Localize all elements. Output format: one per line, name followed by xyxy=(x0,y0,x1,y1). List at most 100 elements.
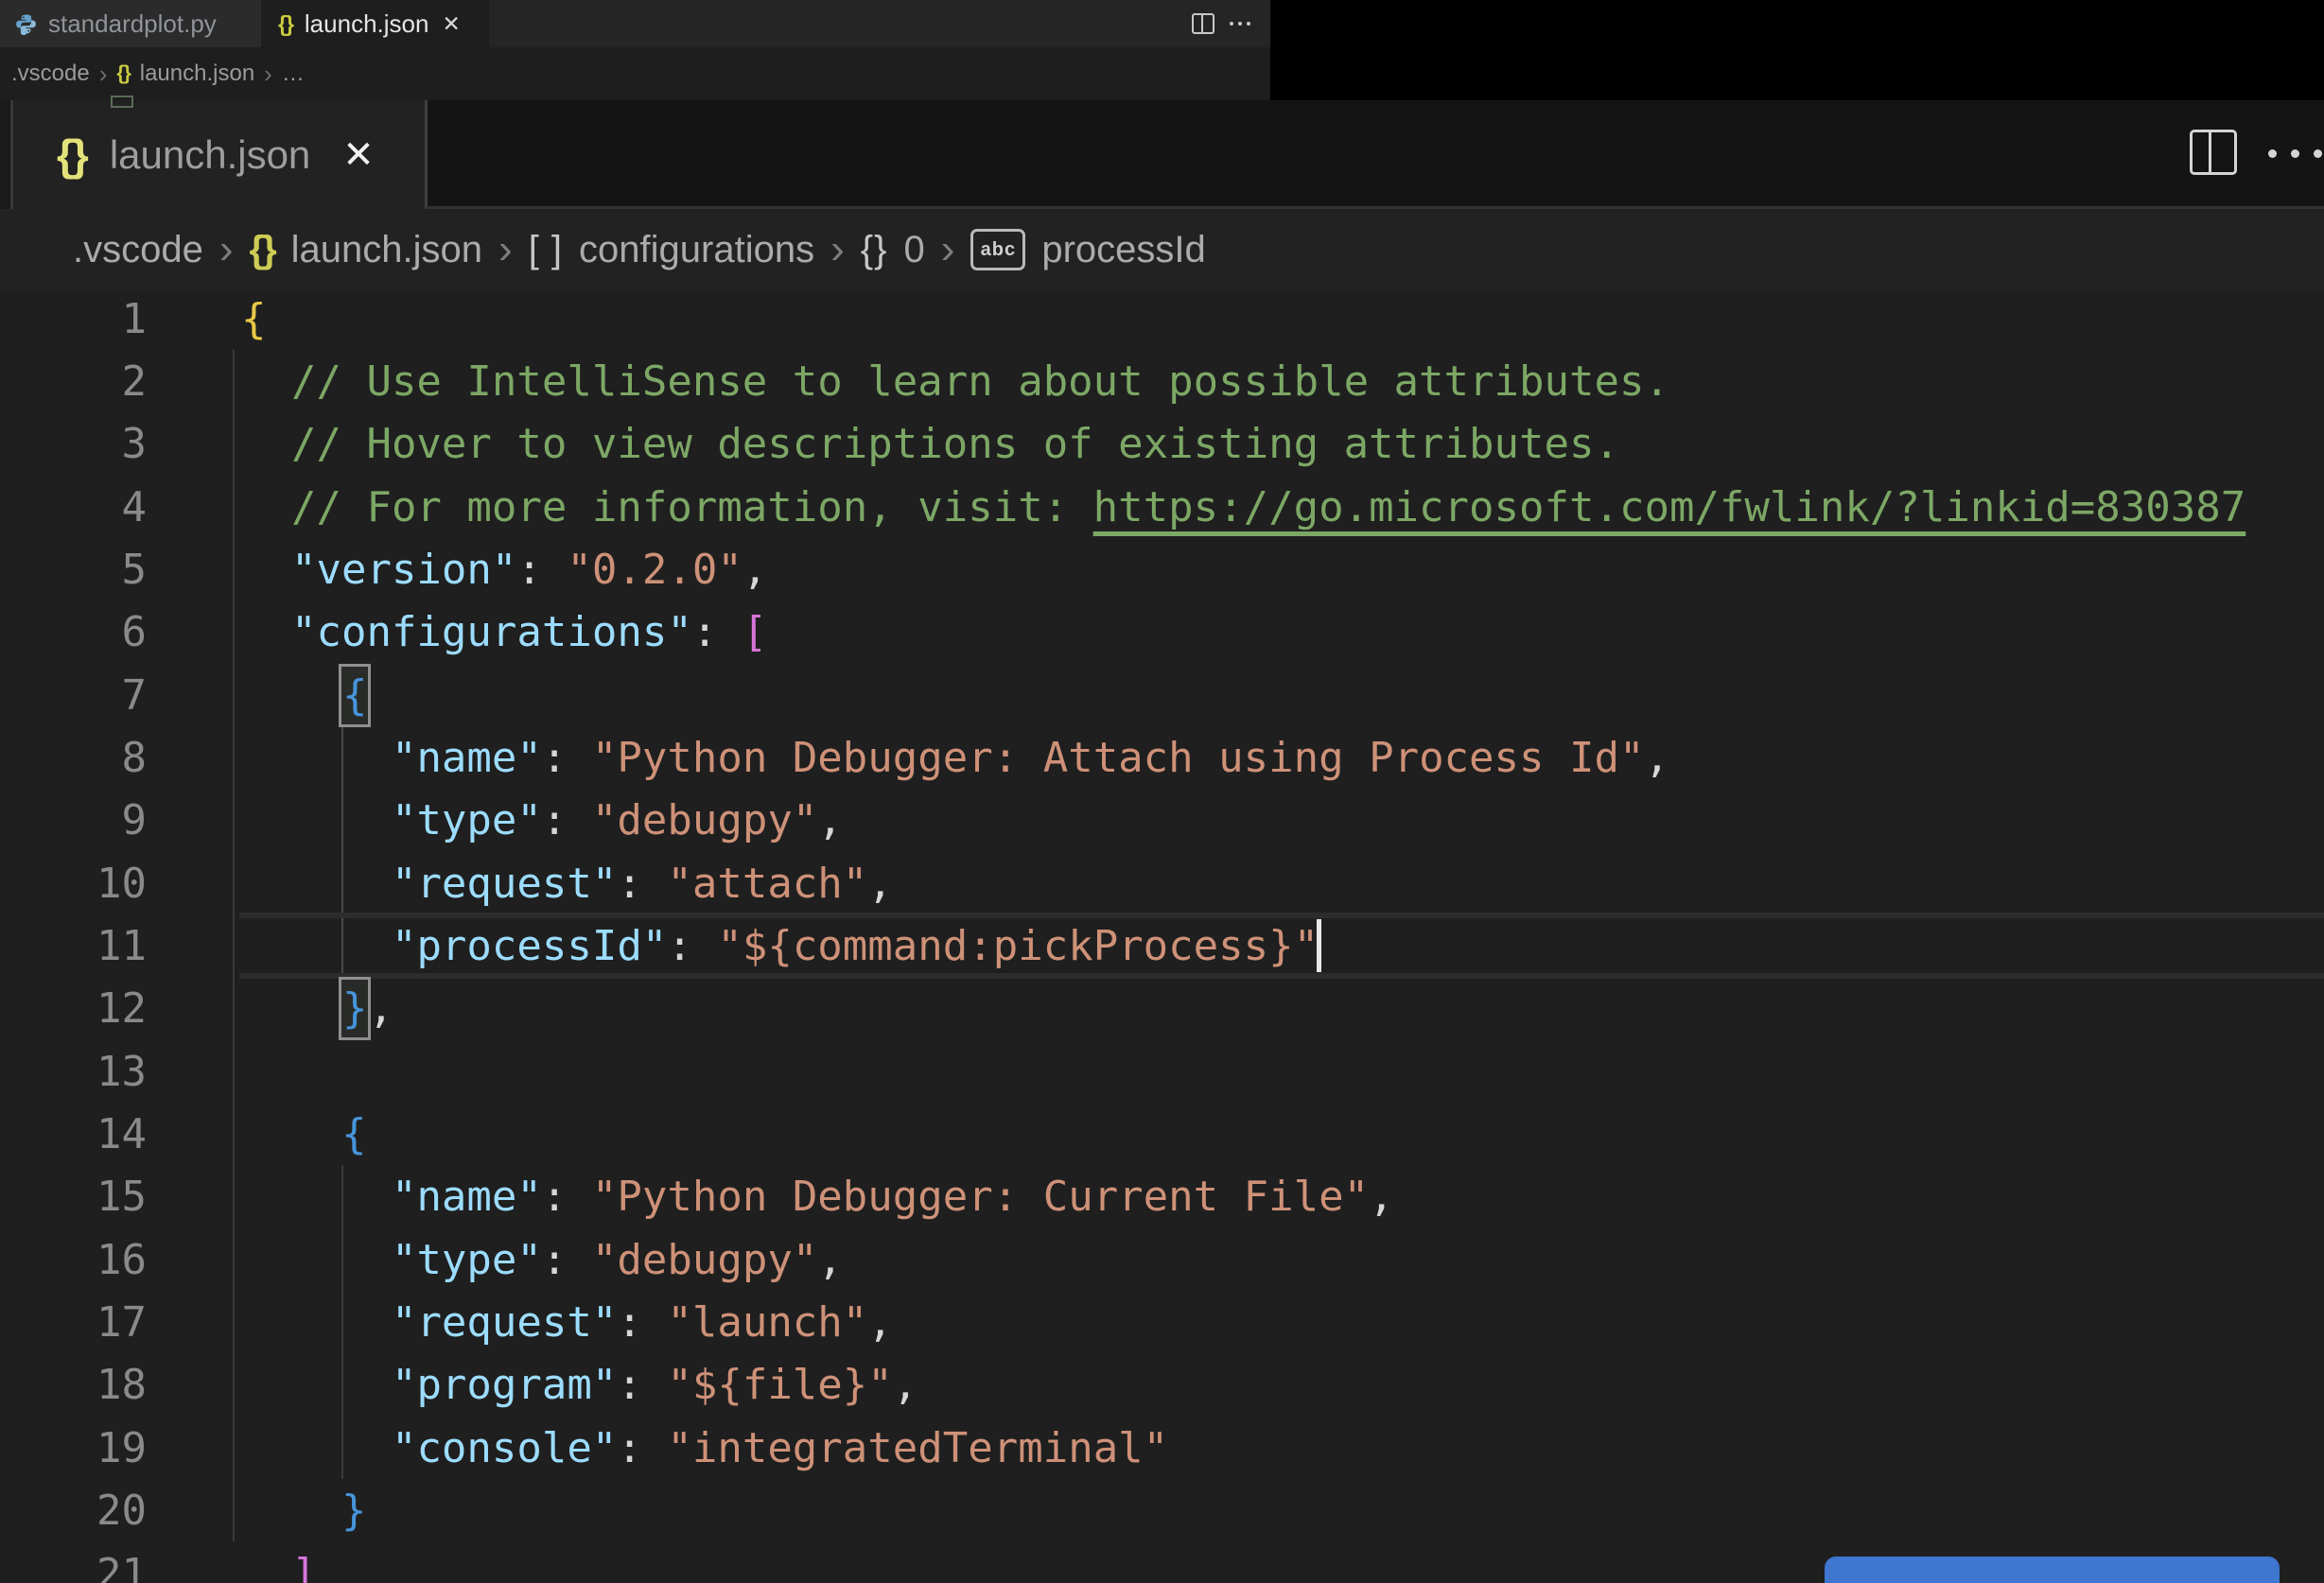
json-braces-icon: {} xyxy=(116,62,131,84)
line-number: 1 xyxy=(121,294,148,343)
line-number: 6 xyxy=(121,608,148,657)
line-number: 17 xyxy=(96,1298,147,1348)
code-line-16[interactable]: 16 "type": "debugpy", xyxy=(0,1228,2324,1292)
python-icon xyxy=(16,13,36,35)
code-line-1[interactable]: 1{ xyxy=(0,287,2324,351)
text-cursor xyxy=(1317,919,1321,972)
code-text: }, xyxy=(241,977,393,1040)
code-text: "name": "Python Debugger: Current File", xyxy=(391,1173,1394,1222)
tab-launch-json-magnified[interactable]: {} launch.json ✕ xyxy=(13,100,425,209)
symbol-array-icon: [ ] xyxy=(528,228,564,270)
code-line-11[interactable]: 11 "processId": "${command:pickProcess}" xyxy=(0,914,2324,978)
code-text: "type": "debugpy", xyxy=(391,1235,843,1284)
json-braces-icon: {} xyxy=(278,10,294,36)
code-text: ] xyxy=(290,1549,317,1583)
symbol-string-icon: abc xyxy=(970,229,1026,270)
line-number: 7 xyxy=(121,670,148,720)
tab-label: standardplot.py xyxy=(48,9,217,38)
code-text: "type": "debugpy", xyxy=(391,796,843,845)
code-line-4[interactable]: 4 // For more information, visit: https:… xyxy=(0,476,2324,539)
breadcrumb-item-index[interactable]: 0 xyxy=(903,229,924,271)
line-number: 14 xyxy=(96,1110,147,1159)
breadcrumb-item-more[interactable]: … xyxy=(282,61,305,87)
line-number: 20 xyxy=(96,1487,147,1536)
code-text: "program": "${file}", xyxy=(391,1361,918,1410)
code-line-18[interactable]: 18 "program": "${file}", xyxy=(0,1353,2324,1417)
code-text: "processId": "${command:pickProcess}" xyxy=(391,922,1319,970)
line-number: 12 xyxy=(96,984,147,1034)
breadcrumb-item-file[interactable]: launch.json xyxy=(140,61,254,87)
magnified-tab-bar: {} launch.json ✕ xyxy=(13,100,2324,209)
line-number: 8 xyxy=(121,733,148,782)
code-line-5[interactable]: 5 "version": "0.2.0", xyxy=(0,538,2324,601)
line-number: 15 xyxy=(96,1173,147,1222)
code-text: "configurations": [ xyxy=(290,608,768,657)
line-number: 10 xyxy=(96,859,147,908)
code-line-15[interactable]: 15 "name": "Python Debugger: Current Fil… xyxy=(0,1165,2324,1228)
chevron-right-icon: › xyxy=(264,59,272,88)
code-line-19[interactable]: 19 "console": "integratedTerminal" xyxy=(0,1417,2324,1480)
tab-label: launch.json xyxy=(109,131,311,177)
code-text: "request": "attach", xyxy=(391,859,893,908)
line-number: 4 xyxy=(121,482,148,531)
line-number: 11 xyxy=(96,922,147,970)
tab-launch-json[interactable]: {} launch.json ✕ xyxy=(261,0,489,47)
chevron-right-icon: › xyxy=(830,226,845,272)
line-number: 21 xyxy=(96,1549,147,1583)
code-line-8[interactable]: 8 "name": "Python Debugger: Attach using… xyxy=(0,726,2324,790)
chevron-right-icon: › xyxy=(498,226,513,272)
breadcrumb-item-vscode[interactable]: .vscode xyxy=(11,61,90,87)
breadcrumb-item-file[interactable]: launch.json xyxy=(291,229,482,271)
split-editor-icon[interactable] xyxy=(1192,13,1214,34)
breadcrumb: .vscode › {} launch.json › [ ] configura… xyxy=(0,209,2324,290)
code-line-3[interactable]: 3 // Hover to view descriptions of exist… xyxy=(0,412,2324,476)
code-line-10[interactable]: 10 "request": "attach", xyxy=(0,852,2324,915)
symbol-object-icon: {} xyxy=(860,228,888,270)
chevron-right-icon: › xyxy=(940,226,955,272)
line-number: 2 xyxy=(121,357,148,406)
line-number: 5 xyxy=(121,545,148,594)
json-braces-icon: {} xyxy=(57,130,89,180)
code-text: // Use IntelliSense to learn about possi… xyxy=(241,357,1669,406)
code-text: "request": "launch", xyxy=(391,1298,893,1348)
vscode-window: standardplot.py {} launch.json ✕ .vscode… xyxy=(0,0,2324,1583)
code-line-20[interactable]: 20 } xyxy=(0,1479,2324,1542)
add-configuration-button[interactable] xyxy=(1825,1557,2280,1583)
magnifier-fragment xyxy=(111,96,133,108)
breadcrumb-item-processid[interactable]: processId xyxy=(1041,229,1205,271)
code-line-7[interactable]: 7 { xyxy=(0,664,2324,727)
line-number: 18 xyxy=(96,1361,147,1410)
close-icon[interactable]: ✕ xyxy=(342,133,375,177)
code-text: "name": "Python Debugger: Attach using P… xyxy=(391,733,1669,782)
code-line-14[interactable]: 14 { xyxy=(0,1103,2324,1166)
code-line-13[interactable]: 13 xyxy=(0,1040,2324,1104)
line-number: 9 xyxy=(121,796,148,845)
line-number: 3 xyxy=(121,420,148,469)
small-breadcrumb: .vscode › {} launch.json › … xyxy=(11,47,305,100)
tab-standardplot-py[interactable]: standardplot.py xyxy=(0,0,261,47)
line-number: 19 xyxy=(96,1423,147,1472)
more-actions-icon[interactable] xyxy=(2268,149,2322,158)
code-text: { xyxy=(241,294,267,343)
breadcrumb-item-configurations[interactable]: configurations xyxy=(579,229,814,271)
more-actions-icon[interactable] xyxy=(1230,22,1250,26)
chevron-right-icon: › xyxy=(218,226,234,272)
split-editor-icon[interactable] xyxy=(2190,130,2237,175)
code-line-6[interactable]: 6 "configurations": [ xyxy=(0,600,2324,664)
line-number: 13 xyxy=(96,1047,147,1096)
code-line-12[interactable]: 12 }, xyxy=(0,977,2324,1040)
code-text: { xyxy=(341,1110,367,1159)
code-line-17[interactable]: 17 "request": "launch", xyxy=(0,1291,2324,1354)
unpainted-black-region xyxy=(1270,0,2324,100)
breadcrumb-item-vscode[interactable]: .vscode xyxy=(73,229,203,271)
code-text: // Hover to view descriptions of existin… xyxy=(241,420,1619,469)
code-text: "console": "integratedTerminal" xyxy=(391,1423,1169,1472)
small-editor-actions xyxy=(1192,0,1250,47)
json-file-icon: {} xyxy=(249,228,277,270)
code-line-9[interactable]: 9 "type": "debugpy", xyxy=(0,789,2324,852)
code-line-2[interactable]: 2 // Use IntelliSense to learn about pos… xyxy=(0,350,2324,413)
code-text: } xyxy=(341,1487,367,1536)
chevron-right-icon: › xyxy=(98,59,108,88)
tab-bar-empty-region xyxy=(425,100,2324,209)
close-icon[interactable]: ✕ xyxy=(442,11,460,37)
